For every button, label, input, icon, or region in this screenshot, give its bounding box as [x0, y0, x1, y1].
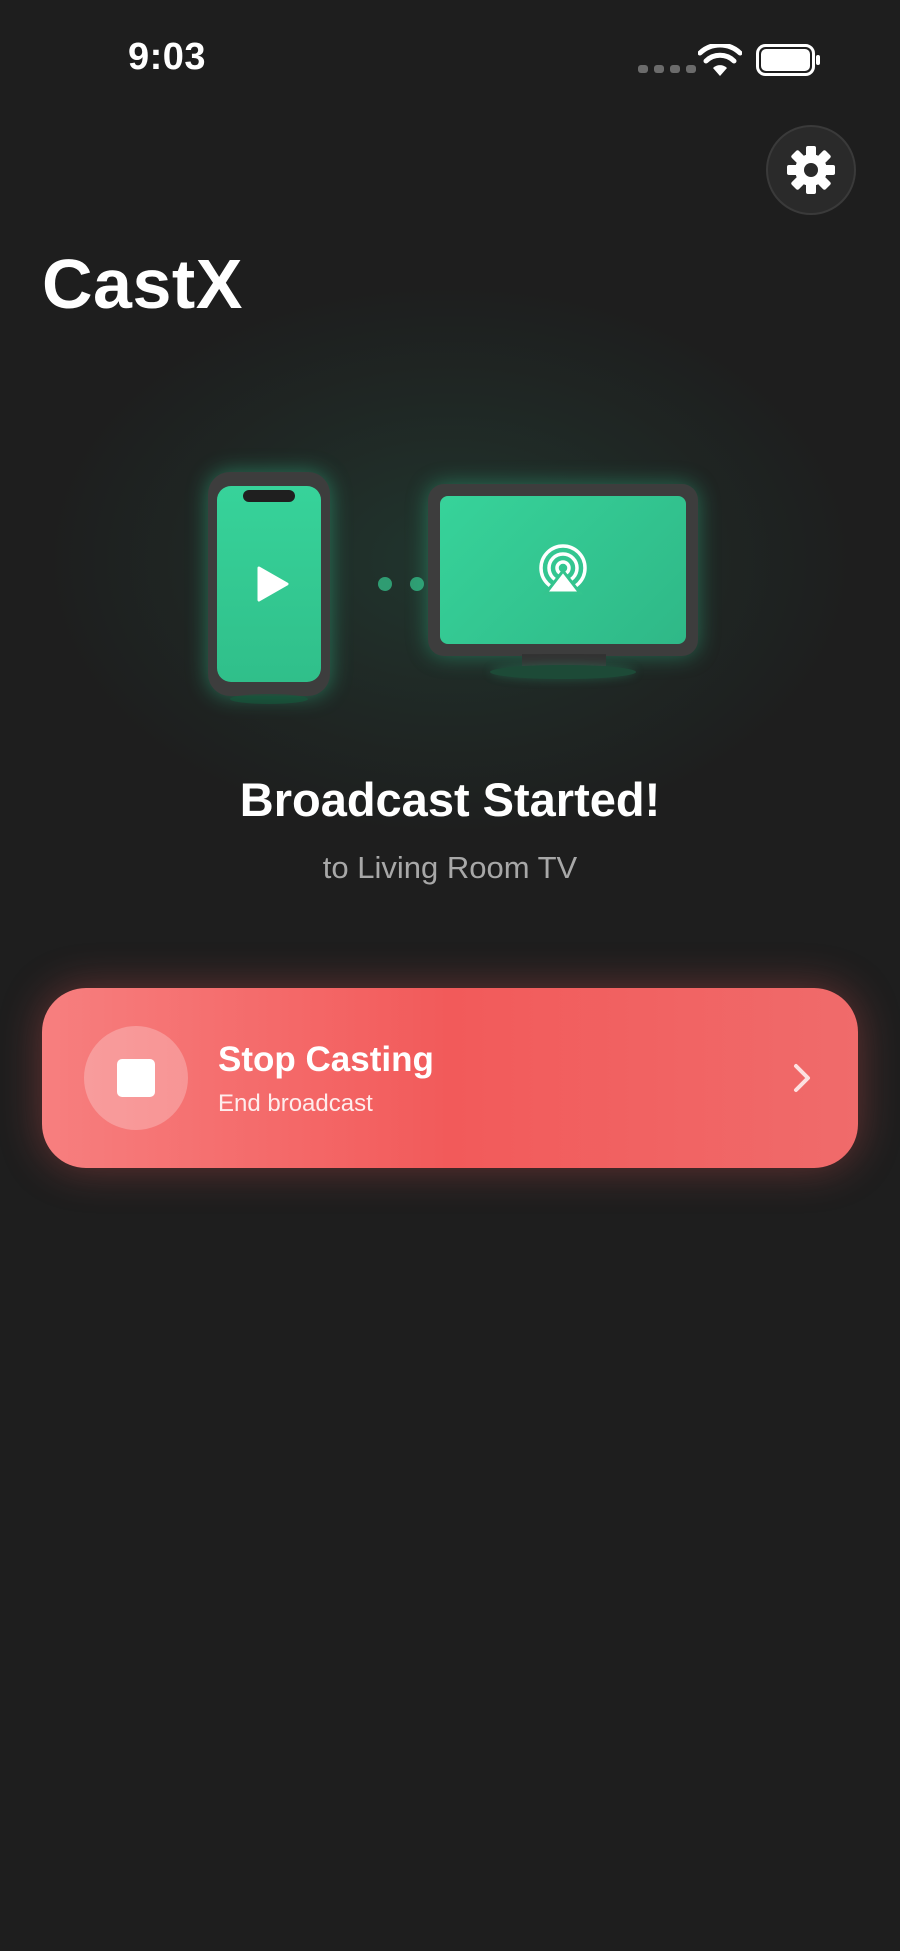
battery-icon — [756, 44, 820, 76]
broadcast-status-title: Broadcast Started! — [239, 773, 661, 826]
settings-button[interactable] — [766, 125, 856, 215]
casting-illustration — [0, 460, 900, 720]
chevron-right-icon — [794, 1064, 810, 1092]
tv-stand-base — [490, 665, 636, 679]
phone-shadow — [230, 694, 308, 704]
stop-icon — [84, 1026, 188, 1130]
airplay-icon — [539, 544, 587, 595]
phone-illustration — [208, 472, 330, 696]
status-bar: 9:03 — [0, 0, 900, 120]
app-screen: 9:03 CastX Broadcast Started! to Living … — [0, 0, 900, 1951]
tv-screen — [440, 496, 686, 644]
phone-screen — [217, 486, 321, 682]
play-icon — [257, 566, 289, 602]
stop-casting-label: Stop Casting — [218, 1040, 434, 1079]
gear-icon — [787, 146, 835, 194]
page-title: CastX — [42, 245, 243, 323]
stop-casting-sublabel: End broadcast — [218, 1090, 373, 1117]
wifi-icon — [698, 44, 742, 76]
broadcast-target-subtitle: to Living Room TV — [322, 850, 578, 885]
stop-casting-button[interactable]: Stop Casting End broadcast — [42, 988, 858, 1168]
stop-square — [117, 1059, 155, 1097]
status-time: 9:03 — [128, 36, 207, 78]
cellular-dots-icon — [638, 65, 696, 73]
tv-illustration — [428, 484, 698, 656]
phone-notch — [243, 490, 295, 502]
connection-dots-icon — [378, 577, 424, 591]
